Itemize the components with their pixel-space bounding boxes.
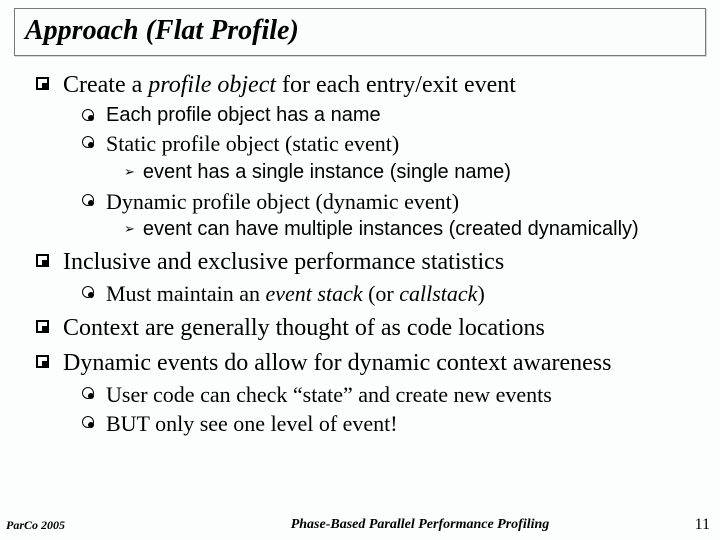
bullet-text: BUT only see one level of event! bbox=[106, 410, 398, 438]
slide-title: Approach (Flat Profile) bbox=[25, 15, 695, 47]
square-bullet-icon bbox=[36, 77, 49, 90]
arrow-bullet-icon: ➢ bbox=[124, 221, 135, 237]
bullet-text: Static profile object (static event) bbox=[106, 130, 399, 158]
square-bullet-icon bbox=[36, 320, 49, 333]
footer-center: Phase-Based Parallel Performance Profili… bbox=[180, 517, 660, 533]
bullet-level-3: ➢ event has a single instance (single nam… bbox=[124, 160, 702, 185]
bullet-text: Must maintain an event stack (or callsta… bbox=[106, 280, 485, 308]
bullet-text: Dynamic profile object (dynamic event) bbox=[106, 188, 459, 216]
bullet-level-1: Create a profile object for each entry/e… bbox=[24, 70, 702, 100]
circle-bullet-icon bbox=[82, 109, 94, 121]
bullet-level-2: Static profile object (static event) bbox=[82, 130, 702, 158]
circle-bullet-icon bbox=[82, 416, 94, 428]
bullet-text: event can have multiple instances (creat… bbox=[143, 217, 639, 242]
bullet-level-3: ➢ event can have multiple instances (crea… bbox=[124, 217, 702, 242]
circle-bullet-icon bbox=[82, 286, 94, 298]
circle-bullet-icon bbox=[82, 194, 94, 206]
title-box: Approach (Flat Profile) bbox=[14, 8, 706, 56]
bullet-text: Each profile object has a name bbox=[106, 103, 381, 128]
arrow-bullet-icon: ➢ bbox=[124, 164, 135, 180]
circle-bullet-icon bbox=[82, 136, 94, 148]
content-area: Create a profile object for each entry/e… bbox=[14, 70, 706, 438]
bullet-level-1: Inclusive and exclusive performance stat… bbox=[24, 247, 702, 277]
bullet-text: Inclusive and exclusive performance stat… bbox=[63, 247, 504, 277]
bullet-text: Context are generally thought of as code… bbox=[63, 313, 545, 343]
bullet-level-2: Each profile object has a name bbox=[82, 103, 702, 128]
footer-right: 11 bbox=[660, 516, 720, 534]
square-bullet-icon bbox=[36, 254, 49, 267]
footer: ParCo 2005 Phase-Based Parallel Performa… bbox=[0, 516, 720, 534]
bullet-level-2: BUT only see one level of event! bbox=[82, 410, 702, 438]
bullet-level-2: User code can check “state” and create n… bbox=[82, 381, 702, 409]
bullet-level-2: Must maintain an event stack (or callsta… bbox=[82, 280, 702, 308]
bullet-text: Dynamic events do allow for dynamic cont… bbox=[63, 348, 611, 378]
bullet-text: User code can check “state” and create n… bbox=[106, 381, 552, 409]
slide: Approach (Flat Profile) Create a profile… bbox=[0, 0, 720, 540]
bullet-text: Create a profile object for each entry/e… bbox=[63, 70, 516, 100]
bullet-text: event has a single instance (single name… bbox=[143, 160, 511, 185]
bullet-level-2: Dynamic profile object (dynamic event) bbox=[82, 188, 702, 216]
footer-left: ParCo 2005 bbox=[0, 518, 180, 533]
bullet-level-1: Dynamic events do allow for dynamic cont… bbox=[24, 348, 702, 378]
square-bullet-icon bbox=[36, 355, 49, 368]
bullet-level-1: Context are generally thought of as code… bbox=[24, 313, 702, 343]
circle-bullet-icon bbox=[82, 387, 94, 399]
